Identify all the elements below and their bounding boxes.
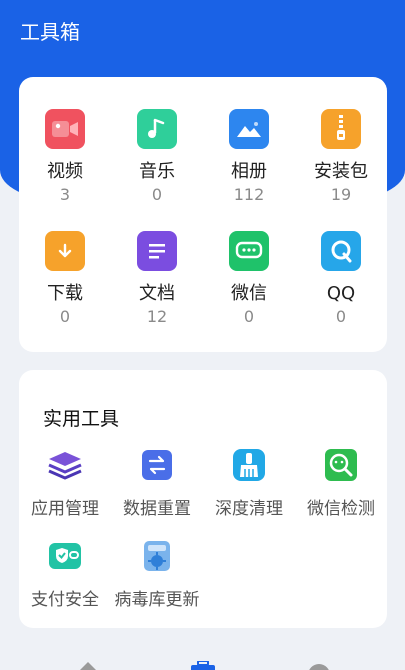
- virus-database-icon: [138, 537, 176, 575]
- category-count: 0: [59, 307, 71, 326]
- wechat-icon: [229, 231, 269, 271]
- category-count: 12: [146, 307, 168, 326]
- category-label: 相册: [231, 161, 267, 182]
- category-label: 视频: [47, 161, 83, 182]
- category-label: 安装包: [314, 161, 368, 182]
- tool-label: 支付安全: [31, 590, 99, 610]
- category-download[interactable]: 下载 0: [19, 231, 111, 327]
- category-wechat[interactable]: 微信 0: [203, 231, 295, 327]
- music-icon: [137, 109, 177, 149]
- category-music[interactable]: 音乐 0: [111, 109, 203, 205]
- category-count: 112: [233, 185, 265, 204]
- bottom-navigation: [0, 650, 405, 670]
- wechat-scan-icon: [322, 446, 360, 484]
- reset-arrows-icon: [138, 446, 176, 484]
- payment-security-icon: [46, 537, 84, 575]
- tool-label: 深度清理: [215, 499, 283, 519]
- category-label: 下载: [47, 283, 83, 304]
- document-icon: [137, 231, 177, 271]
- category-count: 0: [243, 307, 255, 326]
- tool-app-management[interactable]: 应用管理: [19, 446, 111, 519]
- photo-album-icon: [229, 109, 269, 149]
- category-document[interactable]: 文档 12: [111, 231, 203, 327]
- package-icon: [321, 109, 361, 149]
- category-package[interactable]: 安装包 19: [295, 109, 387, 205]
- tool-deep-clean[interactable]: 深度清理: [203, 446, 295, 519]
- section-title: 实用工具: [43, 408, 120, 430]
- layers-icon: [46, 446, 84, 484]
- profile-icon[interactable]: [307, 659, 331, 670]
- tool-virus-db-update[interactable]: 病毒库更新: [111, 537, 203, 610]
- utility-tools-card: 实用工具 应用管理 数据重置 深度清理 微信检测 支付安全 病毒库更新: [19, 370, 387, 628]
- download-icon: [45, 231, 85, 271]
- broom-icon: [230, 446, 268, 484]
- category-label: 微信: [231, 283, 267, 304]
- category-count: 0: [151, 185, 163, 204]
- tool-wechat-check[interactable]: 微信检测: [295, 446, 387, 519]
- tool-label: 病毒库更新: [114, 590, 200, 610]
- tool-label: 数据重置: [123, 499, 191, 519]
- file-categories-card: 视频 3 音乐 0 相册 112 安装包 19 下载 0 文档 12 微信 0 …: [19, 77, 387, 352]
- tool-label: 应用管理: [31, 499, 99, 519]
- toolbox-icon[interactable]: [190, 658, 216, 670]
- category-photo-album[interactable]: 相册 112: [203, 109, 295, 205]
- category-count: 0: [335, 307, 347, 326]
- category-qq[interactable]: QQ 0: [295, 231, 387, 327]
- category-label: QQ: [326, 283, 356, 304]
- tool-payment-security[interactable]: 支付安全: [19, 537, 111, 610]
- tool-data-reset[interactable]: 数据重置: [111, 446, 203, 519]
- home-icon[interactable]: [76, 657, 100, 670]
- category-video[interactable]: 视频 3: [19, 109, 111, 205]
- category-label: 音乐: [139, 161, 175, 182]
- tool-label: 微信检测: [307, 499, 375, 519]
- page-title: 工具箱: [20, 20, 80, 44]
- category-count: 3: [59, 185, 71, 204]
- category-label: 文档: [139, 283, 175, 304]
- category-count: 19: [330, 185, 352, 204]
- qq-icon: [321, 231, 361, 271]
- video-icon: [45, 109, 85, 149]
